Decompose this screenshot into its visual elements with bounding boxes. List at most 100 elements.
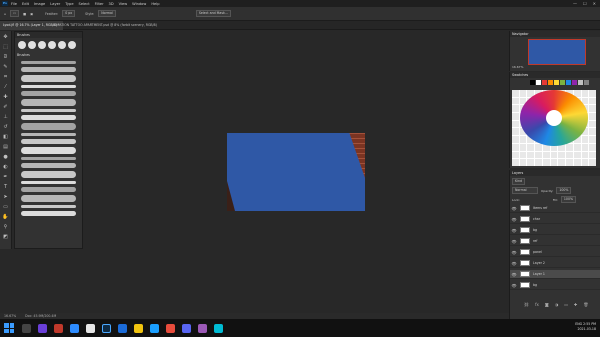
layer-kind-filter[interactable]: Kind: [512, 178, 526, 185]
link-layers-icon[interactable]: ⛓: [524, 302, 529, 307]
brush-stroke-preview[interactable]: [21, 61, 76, 64]
brush-stroke-preview[interactable]: [21, 91, 76, 96]
visibility-eye-icon[interactable]: 👁: [510, 206, 518, 211]
brush-stroke-preview[interactable]: [21, 157, 76, 160]
add-selection-icon[interactable]: ▣: [30, 12, 33, 16]
swatch-cell[interactable]: [589, 151, 596, 159]
layer-name[interactable]: ref: [533, 239, 537, 243]
shape-tool-icon[interactable]: ▭: [2, 203, 10, 211]
visibility-eye-icon[interactable]: 👁: [510, 239, 518, 244]
swatch-color[interactable]: [542, 80, 547, 85]
layer-row[interactable]: 👁 Layer 1: [510, 270, 600, 279]
app-purple-icon[interactable]: [38, 323, 47, 333]
swatch-cell[interactable]: [535, 143, 542, 151]
marquee-tool-preset[interactable]: ▭: [10, 10, 20, 17]
swatch-cell[interactable]: [581, 143, 589, 151]
select-and-mask-button[interactable]: Select and Mask...: [195, 10, 231, 17]
photoshop-logo-icon[interactable]: Ps: [2, 1, 8, 6]
brush-stroke-preview[interactable]: [21, 163, 76, 168]
swatch-cell[interactable]: [527, 151, 535, 159]
dodge-tool-icon[interactable]: ◐: [2, 163, 10, 171]
feather-input[interactable]: 0 px: [62, 10, 76, 17]
brush-stroke-preview[interactable]: [21, 85, 76, 88]
swatch-cell[interactable]: [512, 128, 519, 136]
brush-stroke-preview[interactable]: [21, 123, 76, 130]
close-icon[interactable]: ✕: [593, 1, 596, 6]
menu-view[interactable]: View: [119, 2, 128, 6]
delete-layer-icon[interactable]: 🗑: [583, 302, 588, 307]
blur-tool-icon[interactable]: ●: [2, 153, 10, 161]
swatch-cell[interactable]: [589, 120, 596, 128]
brush-preset[interactable]: [68, 41, 76, 49]
layer-name[interactable]: Items ref: [533, 206, 547, 210]
brush-group-label[interactable]: Brushes: [15, 52, 82, 58]
path-select-tool-icon[interactable]: ➤: [2, 193, 10, 201]
brush-stroke-preview[interactable]: [21, 115, 76, 120]
visibility-eye-icon[interactable]: 👁: [510, 272, 518, 277]
add-mask-icon[interactable]: ◙: [545, 302, 549, 307]
swatch-cell[interactable]: [566, 151, 573, 159]
swatch-cell[interactable]: [558, 159, 566, 166]
layer-name[interactable]: Layer 2: [533, 261, 545, 265]
swatch-cell[interactable]: [589, 90, 596, 97]
swatch-cell[interactable]: [512, 97, 519, 105]
swatch-color[interactable]: [560, 80, 565, 85]
status-zoom[interactable]: 16.67%: [4, 314, 16, 318]
swatch-cell[interactable]: [512, 151, 519, 159]
visibility-eye-icon[interactable]: 👁: [510, 228, 518, 233]
visibility-eye-icon[interactable]: 👁: [510, 250, 518, 255]
swatch-cell[interactable]: [566, 143, 573, 151]
app-cyan-icon[interactable]: [214, 323, 223, 333]
swatch-cell[interactable]: [581, 151, 589, 159]
brush-preset[interactable]: [38, 41, 46, 49]
swatch-cell[interactable]: [542, 151, 550, 159]
blend-mode-select[interactable]: Normal: [512, 187, 538, 194]
swatch-cell[interactable]: [512, 143, 519, 151]
menu-help[interactable]: Help: [151, 2, 159, 6]
swatch-cell[interactable]: [589, 143, 596, 151]
swatch-cell[interactable]: [512, 136, 519, 143]
new-layer-icon[interactable]: ✚: [574, 302, 577, 307]
quick-select-tool-icon[interactable]: ✎: [2, 63, 10, 71]
layer-name[interactable]: Layer 1: [533, 272, 545, 276]
eyedropper-tool-icon[interactable]: ⁄: [2, 83, 10, 91]
menu-image[interactable]: Image: [34, 2, 45, 6]
swatch-color[interactable]: [536, 80, 541, 85]
brush-stroke-preview[interactable]: [21, 147, 76, 154]
layer-row[interactable]: 👁 ref: [510, 237, 600, 246]
swatch-cell[interactable]: [527, 159, 535, 166]
swatch-cell[interactable]: [566, 159, 573, 166]
swatch-cell[interactable]: [512, 113, 519, 120]
marquee-tool-icon[interactable]: ⬚: [2, 43, 10, 51]
brush-stroke-preview[interactable]: [21, 139, 76, 144]
maximize-icon[interactable]: ☐: [583, 1, 587, 6]
swatch-cell[interactable]: [589, 105, 596, 113]
swatch-cell[interactable]: [535, 159, 542, 166]
lasso-tool-icon[interactable]: ᘐ: [2, 53, 10, 61]
brush-tool-icon[interactable]: ✐: [2, 103, 10, 111]
color-swatch-icon[interactable]: ◩: [2, 233, 10, 241]
brush-stroke-preview[interactable]: [21, 195, 76, 202]
stamp-tool-icon[interactable]: ⊥: [2, 113, 10, 121]
visibility-eye-icon[interactable]: 👁: [510, 283, 518, 288]
swatch-cell[interactable]: [519, 159, 527, 166]
windows-start-icon[interactable]: [4, 323, 14, 333]
swatch-cell[interactable]: [512, 105, 519, 113]
move-tool-icon[interactable]: ✥: [2, 33, 10, 41]
swatch-cell[interactable]: [573, 143, 581, 151]
menu-window[interactable]: Window: [132, 2, 146, 6]
discord-icon[interactable]: [182, 323, 191, 333]
swatch-cell[interactable]: [589, 128, 596, 136]
minimize-icon[interactable]: —: [573, 1, 577, 6]
app-yellow-icon[interactable]: [134, 323, 143, 333]
swatch-cell[interactable]: [581, 136, 589, 143]
swatch-cell[interactable]: [581, 90, 589, 97]
visibility-eye-icon[interactable]: 👁: [510, 217, 518, 222]
app-blue-icon[interactable]: [70, 323, 79, 333]
opacity-input[interactable]: 100%: [556, 187, 572, 194]
app-blue2-icon[interactable]: [118, 323, 127, 333]
zoom-tool-icon[interactable]: ⚲: [2, 223, 10, 231]
color-wheel[interactable]: [520, 90, 588, 146]
hand-tool-icon[interactable]: ✋: [2, 213, 10, 221]
navigator-thumbnail[interactable]: [528, 39, 586, 65]
